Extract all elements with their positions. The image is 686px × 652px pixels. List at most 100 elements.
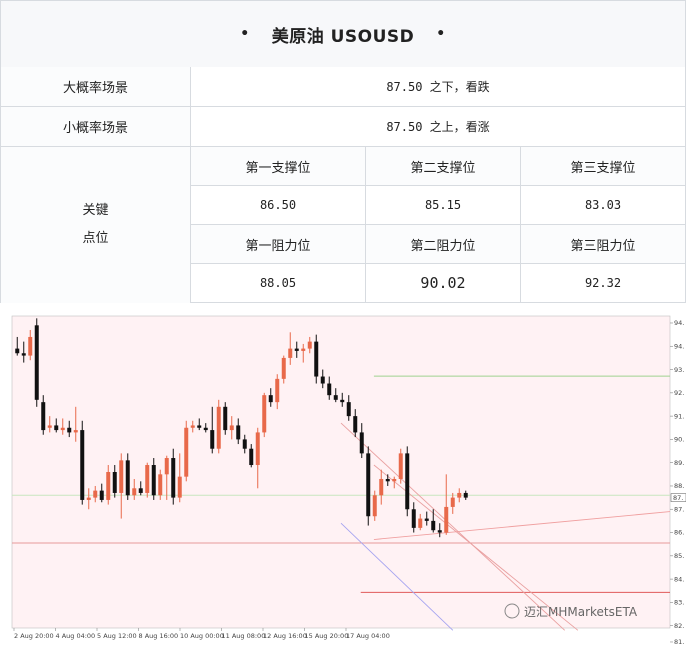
- candle-body: [249, 448, 254, 466]
- watermark-text: 迈汇MHMarketsETA: [524, 605, 638, 619]
- candle-body: [242, 439, 247, 449]
- y-tick-label: 84.: [674, 575, 684, 583]
- table-title: • 美原油 USOUSD •: [1, 1, 685, 68]
- y-tick-label: 94.: [674, 319, 684, 327]
- y-tick-label: 91.: [674, 412, 684, 420]
- candle-body: [177, 476, 182, 498]
- key-levels-label-line1: 关键: [82, 203, 109, 218]
- candle-body: [262, 395, 267, 433]
- y-tick-label: 86.: [674, 529, 684, 537]
- candlestick-chart: 94. 94. 93. 92. 91. 90. 89. 88. 87. 86. 85. 84. 83. 8…: [11, 315, 686, 646]
- candle-body: [67, 427, 72, 433]
- candle-body: [236, 425, 241, 440]
- candle-body: [268, 395, 273, 403]
- x-tick-label: 15 Aug 20:00: [305, 632, 349, 640]
- candle-body: [320, 376, 325, 384]
- support-1-label: 第一支撑位: [191, 147, 366, 186]
- y-tick-label: 88.: [674, 482, 684, 490]
- resistance-1-value: 88.05: [191, 264, 366, 302]
- candle-body: [327, 383, 332, 396]
- x-tick-label: 8 Aug 16:00: [139, 632, 179, 640]
- candle-body: [158, 474, 163, 496]
- support-3-label: 第三支撑位: [521, 147, 685, 186]
- candle-body: [21, 353, 26, 356]
- candle-body: [418, 518, 423, 528]
- candle-body: [281, 357, 286, 379]
- x-tick-label: 10 Aug 00:00: [180, 632, 224, 640]
- candle-body: [275, 378, 280, 403]
- candle-body: [60, 427, 65, 431]
- small-prob-label: 小概率场景: [1, 107, 191, 147]
- support-3-value: 83.03: [521, 186, 685, 225]
- candle-body: [346, 402, 351, 417]
- y-tick-label: 87.: [674, 505, 684, 513]
- small-prob-value: 87.50 之上，看涨: [191, 107, 685, 147]
- candle-body: [151, 465, 156, 496]
- title-bullet-left: •: [240, 26, 250, 42]
- candle-body: [47, 425, 52, 428]
- candle-body: [15, 348, 20, 354]
- candle-body: [340, 399, 345, 403]
- x-tick-label: 5 Aug 12:00: [97, 632, 137, 640]
- resistance-2-label: 第二阻力位: [366, 225, 521, 264]
- candle-body: [93, 490, 98, 498]
- key-levels-table: • 美原油 USOUSD • 大概率场景 87.50 之下，看跌 小概率场景 8…: [0, 0, 686, 303]
- y-tick-label: 83.: [674, 599, 684, 607]
- y-tick-label: 92.: [674, 389, 684, 397]
- candle-body: [255, 432, 260, 466]
- candle-body: [372, 495, 377, 517]
- candle-body: [132, 488, 137, 496]
- candle-body: [294, 348, 299, 351]
- candle-body: [366, 453, 371, 517]
- candle-body: [457, 492, 462, 498]
- candle-body: [203, 427, 208, 431]
- title-bullet-right: •: [436, 26, 446, 42]
- candle-body: [145, 465, 150, 493]
- candle-body: [450, 497, 455, 507]
- candle-body: [171, 458, 176, 498]
- candle-body: [112, 472, 117, 493]
- candle-body: [229, 425, 234, 431]
- candle-body: [223, 406, 228, 431]
- candle-body: [184, 427, 189, 477]
- price-chart: 94. 94. 93. 92. 91. 90. 89. 88. 87. 86. 85. 84. 83. 8…: [0, 306, 686, 648]
- candle-body: [125, 460, 130, 496]
- candle-body: [392, 478, 397, 482]
- candle-body: [106, 472, 111, 500]
- candle-body: [353, 416, 358, 433]
- support-2-label: 第二支撑位: [366, 147, 521, 186]
- big-prob-label: 大概率场景: [1, 67, 191, 107]
- x-tick-label: 2 Aug 20:00: [14, 632, 54, 640]
- y-tick-label: 90.: [674, 436, 684, 444]
- y-tick-label: 82.: [674, 622, 684, 630]
- candle-body: [411, 509, 416, 528]
- candle-body: [86, 497, 91, 500]
- resistance-3-value: 92.32: [521, 264, 685, 302]
- candle-body: [333, 395, 338, 400]
- y-tick-label: 89.: [674, 459, 684, 467]
- x-tick-label: 17 Aug 04:00: [346, 632, 390, 640]
- candle-body: [54, 425, 59, 431]
- candle-body: [463, 492, 468, 498]
- x-tick-label: 4 Aug 04:00: [56, 632, 96, 640]
- candle-body: [379, 478, 384, 496]
- y-tick-label: 81.: [674, 638, 684, 646]
- candle-body: [34, 325, 39, 400]
- candle-body: [210, 430, 215, 449]
- candle-body: [314, 341, 319, 377]
- candle-body: [138, 488, 143, 493]
- candle-body: [301, 348, 306, 351]
- candle-body: [307, 341, 312, 349]
- support-2-value: 85.15: [366, 186, 521, 225]
- candle-body: [398, 453, 403, 479]
- x-tick-label: 12 Aug 16:00: [263, 632, 307, 640]
- y-tick-label: 85.: [674, 552, 684, 560]
- y-tick-label: 93.: [674, 366, 684, 374]
- candle-body: [80, 430, 85, 500]
- x-tick-label: 11 Aug 08:00: [222, 632, 266, 640]
- big-prob-value: 87.50 之下，看跌: [191, 67, 685, 107]
- candle-body: [99, 490, 104, 500]
- current-price-label: 87.: [673, 494, 683, 502]
- candle-body: [359, 432, 364, 454]
- candle-body: [197, 425, 202, 428]
